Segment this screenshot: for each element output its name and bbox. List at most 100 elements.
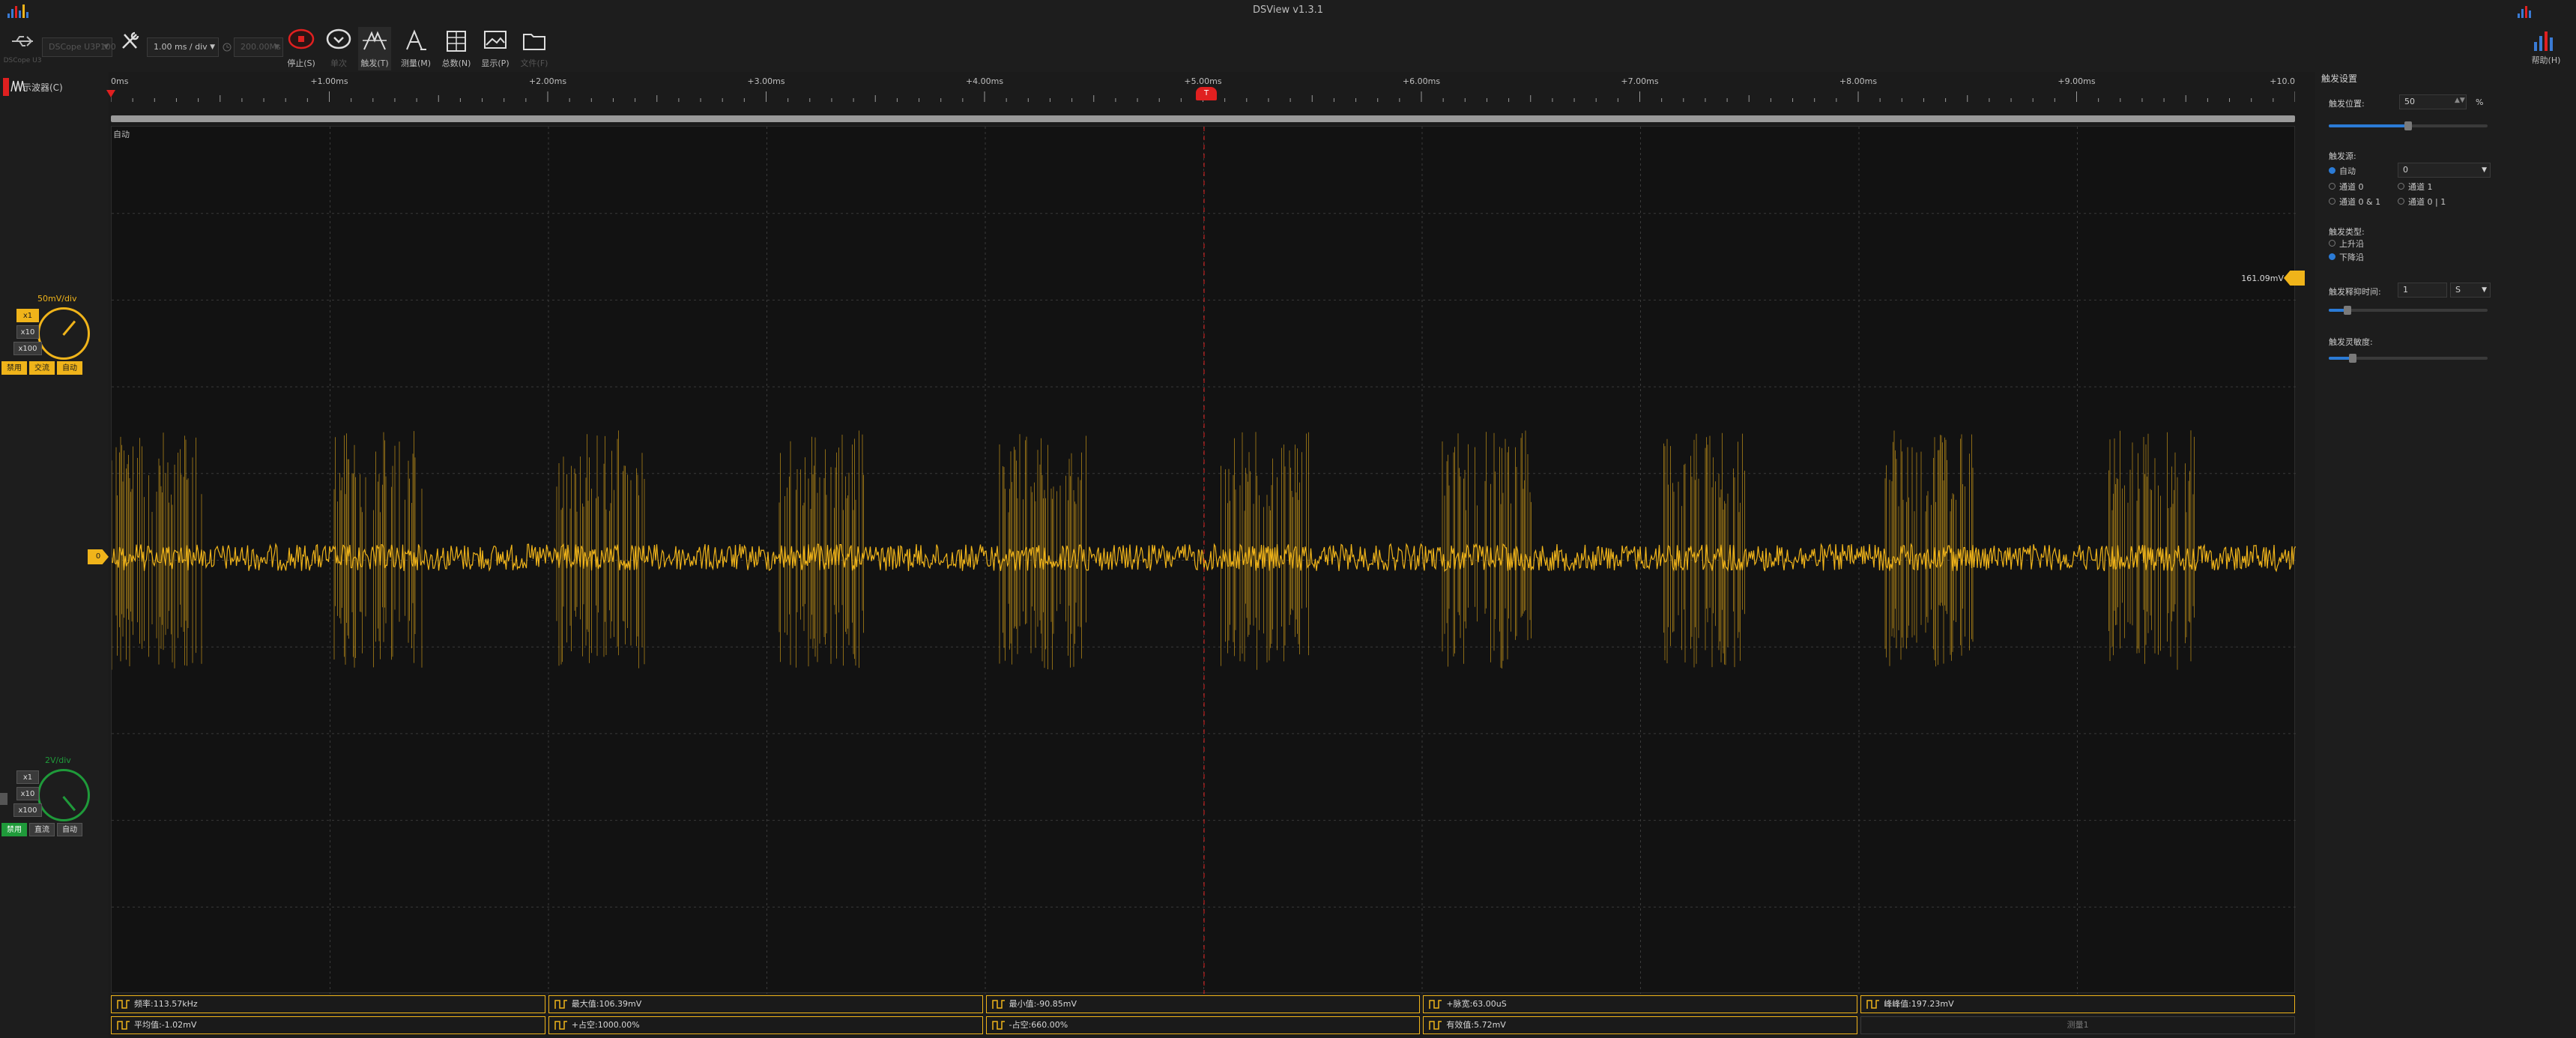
channel-1-x1-button[interactable]: x1: [16, 770, 39, 784]
help-button[interactable]: 帮助(H): [2531, 27, 2561, 66]
channel-panel: 示波器(C) 50mV/div x1 x10 x100 禁用 交流 自动 0 2…: [0, 72, 109, 1038]
channel-0-waveform: [112, 430, 2296, 670]
pulse-width-icon: [1429, 1000, 1442, 1009]
measurement-text: 频率:113.57kHz: [134, 999, 198, 1009]
measurement-text: +占空:1000.00%: [571, 1020, 640, 1030]
samplerate-icon: [223, 43, 232, 52]
folder-icon: [523, 34, 545, 50]
holdoff-slider[interactable]: [2329, 306, 2488, 315]
measurement-item[interactable]: 测量1: [1860, 1016, 2295, 1034]
channel-1-disable-button[interactable]: 禁用: [1, 823, 27, 836]
source-auto-radio[interactable]: [2329, 167, 2335, 174]
source-auto-select[interactable]: 0 ▼: [2398, 163, 2491, 178]
measurement-text: 最大值:106.39mV: [571, 999, 642, 1009]
channel-0-auto-button[interactable]: 自动: [57, 361, 82, 375]
timebase-select[interactable]: 1.00 ms / div ▼: [147, 37, 219, 57]
channel-1-volts-knob[interactable]: [37, 769, 90, 821]
measurement-item[interactable]: 平均值:-1.02mV: [111, 1016, 545, 1034]
time-ruler[interactable]: 0ms +1.00ms +2.00ms +3.00ms +4.00ms +5.00ms +6…: [106, 73, 2295, 120]
source-ch0-and-ch1-radio[interactable]: [2329, 198, 2335, 205]
device-button[interactable]: DSCope U3: [4, 27, 41, 70]
channel-1-marker[interactable]: [0, 793, 7, 805]
trigger-position-label: 触发位置:: [2329, 99, 2365, 109]
trigger-position-marker[interactable]: T: [1196, 87, 1217, 100]
source-ch0-or-ch1-radio[interactable]: [2398, 198, 2404, 205]
channel-0-x1-button[interactable]: x1: [16, 309, 39, 322]
time-tick-label: +10.0: [2270, 76, 2295, 86]
trigger-settings-panel: 帮助(H) 触发设置 触发位置: 50 ▲▼ % 触发源: 自动 0 ▼ 通道 0…: [2315, 22, 2576, 1038]
channel-1-dc-button[interactable]: 直流: [29, 823, 55, 836]
type-rising-label: 上升沿: [2339, 239, 2364, 249]
time-tick-label: +2.00ms: [528, 76, 567, 86]
decode-button[interactable]: 总数(N): [439, 27, 474, 70]
start-cursor-icon[interactable]: [106, 90, 115, 97]
waveform-canvas: [112, 127, 2296, 994]
stop-button[interactable]: 停止(S): [285, 27, 318, 70]
source-ch1-radio[interactable]: [2398, 183, 2404, 190]
time-tick-label: +6.00ms: [1402, 76, 1441, 86]
type-falling-radio[interactable]: [2329, 253, 2335, 260]
channel-0-ac-button[interactable]: 交流: [29, 361, 55, 375]
position-spinner-icon[interactable]: ▲▼: [2455, 97, 2465, 104]
channel-1-auto-button[interactable]: 自动: [57, 823, 82, 836]
waveform-view[interactable]: 自动 161.09mV: [111, 126, 2305, 994]
sensitivity-slider[interactable]: [2329, 354, 2488, 363]
sensitivity-label: 触发灵敏度:: [2329, 337, 2373, 347]
usb-icon: [12, 36, 33, 46]
channel-1-x10-button[interactable]: x10: [16, 787, 39, 800]
time-tick-label: +9.00ms: [2058, 76, 2096, 86]
trigger-position-unit: %: [2476, 97, 2484, 107]
display-button[interactable]: 显示(P): [478, 27, 513, 70]
holdoff-label: 触发释抑时间:: [2329, 287, 2381, 297]
measurement-item[interactable]: -占空:660.00%: [985, 1016, 1421, 1034]
measurement-item[interactable]: +占空:1000.00%: [548, 1016, 983, 1034]
measurement-text: 最小值:-90.85mV: [1009, 999, 1077, 1009]
measurement-item[interactable]: 峰峰值:197.23mV: [1860, 995, 2295, 1013]
time-tick-label: 0ms: [111, 76, 129, 86]
measurement-text: +脉宽:63.00uS: [1446, 999, 1507, 1009]
samplerate-select[interactable]: 200.00Ms ▼: [234, 37, 283, 57]
holdoff-unit-select[interactable]: S ▼: [2450, 283, 2491, 298]
trigger-position-slider[interactable]: [2329, 121, 2488, 130]
trigger-button[interactable]: 触发(T): [358, 27, 391, 70]
channel-0-x100-button[interactable]: x100: [13, 342, 42, 355]
source-ch0-and-ch1-label: 通道 0 & 1: [2339, 197, 2381, 207]
time-tick-label: +3.00ms: [747, 76, 785, 86]
measurement-item[interactable]: 最小值:-90.85mV: [985, 995, 1421, 1013]
time-tick-label: +7.00ms: [1621, 76, 1659, 86]
time-tick-label: +1.00ms: [310, 76, 348, 86]
file-button[interactable]: 文件(F): [517, 27, 551, 70]
measurement-text: 测量1: [2066, 1020, 2089, 1030]
channel-0-x10-button[interactable]: x10: [16, 325, 39, 339]
capture-indicator: [3, 78, 9, 96]
channel-1-x100-button[interactable]: x100: [13, 803, 42, 817]
timeline-scrollbar[interactable]: [111, 115, 2295, 122]
channel-0-marker[interactable]: 0: [88, 549, 109, 564]
measurement-bar: 频率:113.57kHz 最大值:106.39mV 最小值:-90.85mV +脉宽:…: [111, 995, 2295, 1037]
measurement-item[interactable]: 最大值:106.39mV: [548, 995, 983, 1013]
oscilloscope-mode-label[interactable]: 示波器(C): [22, 81, 63, 94]
trigger-type-label: 触发类型:: [2329, 227, 2365, 237]
measurement-text: 有效值:5.72mV: [1446, 1020, 1506, 1030]
holdoff-input[interactable]: 1: [2398, 283, 2447, 298]
measure-button[interactable]: 测量(M): [397, 27, 435, 70]
measurement-item[interactable]: +脉宽:63.00uS: [1423, 995, 1858, 1013]
device-select[interactable]: DSCope U3P100 ▼: [42, 37, 116, 57]
settings-button[interactable]: [114, 27, 147, 70]
channel-0-disable-button[interactable]: 禁用: [1, 361, 27, 375]
measurement-item[interactable]: 有效值:5.72mV: [1423, 1016, 1858, 1034]
measurement-text: 峰峰值:197.23mV: [1884, 999, 1954, 1009]
trigger-status: 自动: [113, 130, 130, 139]
type-rising-radio[interactable]: [2329, 240, 2335, 247]
measurement-item[interactable]: 频率:113.57kHz: [111, 995, 545, 1013]
channel-1-volts-per-div: 2V/div: [45, 755, 71, 765]
single-capture-button[interactable]: 单次: [322, 27, 355, 70]
channel-0-volts-knob[interactable]: [37, 307, 90, 360]
frequency-icon: [117, 1000, 130, 1009]
average-icon: [117, 1021, 130, 1030]
source-ch0-radio[interactable]: [2329, 183, 2335, 190]
main-toolbar: DSCope U3 DSCope U3P100 ▼ 1.00 ms / div ▼ …: [0, 22, 2315, 72]
stop-icon: [288, 28, 315, 49]
time-tick-label: +8.00ms: [1839, 76, 1878, 86]
dsview-logo-icon: [2534, 31, 2553, 51]
